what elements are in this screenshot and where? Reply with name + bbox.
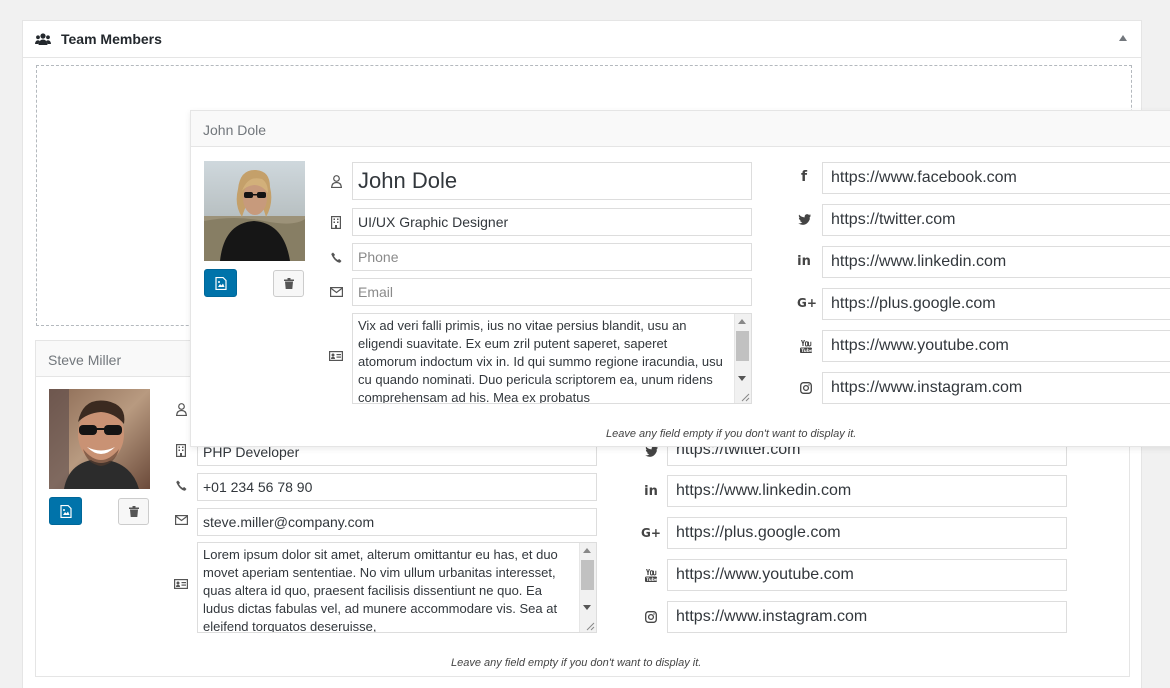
linkedin-url-input[interactable]: https://www.linkedin.com	[667, 475, 1067, 507]
instagram-url-input[interactable]: https://www.instagram.com	[667, 601, 1067, 633]
envelope-icon	[329, 285, 343, 299]
svg-text:Tube: Tube	[801, 347, 812, 352]
image-icon	[59, 504, 72, 518]
panel-title: Team Members	[61, 31, 162, 47]
building-icon	[174, 443, 188, 457]
google-plus-icon: G+	[797, 296, 817, 310]
youtube-url-input[interactable]: https://www.youtube.com	[822, 330, 1170, 362]
twitter-icon	[795, 211, 813, 227]
google-plus-icon: G+	[641, 526, 661, 540]
facebook-url-input[interactable]: https://www.facebook.com	[822, 162, 1170, 194]
change-image-button[interactable]	[204, 269, 237, 297]
user-icon	[174, 402, 188, 416]
bio-textarea[interactable]: Vix ad veri falli primis, ius no vitae p…	[352, 313, 752, 404]
instagram-icon	[797, 380, 815, 396]
youtube-icon: Tube	[642, 567, 660, 583]
id-card-icon	[174, 577, 188, 591]
twitter-url-input[interactable]: https://twitter.com	[822, 204, 1170, 236]
user-icon	[329, 174, 343, 188]
bio-textarea[interactable]: Lorem ipsum dolor sit amet, alterum omit…	[197, 542, 597, 633]
instagram-url-input[interactable]: https://www.instagram.com	[822, 372, 1170, 404]
trash-icon	[283, 278, 294, 289]
email-input[interactable]: steve.miller@company.com	[197, 508, 597, 536]
change-image-button[interactable]	[49, 497, 82, 525]
job-title-input[interactable]: UI/UX Graphic Designer	[352, 208, 752, 236]
youtube-icon: Tube	[797, 338, 815, 354]
linkedin-icon: in	[797, 253, 811, 269]
facebook-icon: f	[800, 169, 808, 185]
phone-icon	[329, 250, 343, 264]
google-plus-url-input[interactable]: https://plus.google.com	[822, 288, 1170, 320]
hint-text: Leave any field empty if you don't want …	[451, 657, 702, 669]
email-input[interactable]: Email	[352, 278, 752, 306]
name-input[interactable]: John Dole	[352, 162, 752, 200]
phone-icon	[174, 478, 188, 492]
building-icon	[329, 215, 343, 229]
resize-handle-icon[interactable]	[738, 390, 750, 402]
member-card-john: John Dole John Dole UI/UX Graphic Design…	[190, 110, 1170, 447]
member-photo	[49, 389, 150, 489]
linkedin-icon: in	[644, 483, 658, 499]
hint-text: Leave any field empty if you don't want …	[606, 428, 857, 440]
panel-header[interactable]: Team Members	[23, 21, 1141, 58]
delete-member-button[interactable]	[118, 498, 149, 525]
google-plus-url-input[interactable]: https://plus.google.com	[667, 517, 1067, 549]
envelope-icon	[174, 513, 188, 527]
linkedin-url-input[interactable]: https://www.linkedin.com	[822, 246, 1170, 278]
users-icon	[35, 32, 51, 45]
trash-icon	[128, 506, 139, 517]
member-photo	[204, 161, 305, 261]
phone-input[interactable]: Phone	[352, 243, 752, 271]
resize-handle-icon[interactable]	[583, 619, 595, 631]
instagram-icon	[642, 609, 660, 625]
delete-member-button[interactable]	[273, 270, 304, 297]
bio-text: Lorem ipsum dolor sit amet, alterum omit…	[203, 547, 558, 633]
image-icon	[214, 276, 227, 290]
svg-text:Tube: Tube	[646, 576, 657, 581]
bio-text: Vix ad veri falli primis, ius no vitae p…	[358, 318, 723, 404]
card-header[interactable]: John Dole	[191, 111, 1170, 147]
collapse-toggle-icon[interactable]	[1119, 35, 1127, 41]
phone-input[interactable]: +01 234 56 78 90	[197, 473, 597, 501]
id-card-icon	[329, 349, 343, 363]
youtube-url-input[interactable]: https://www.youtube.com	[667, 559, 1067, 591]
